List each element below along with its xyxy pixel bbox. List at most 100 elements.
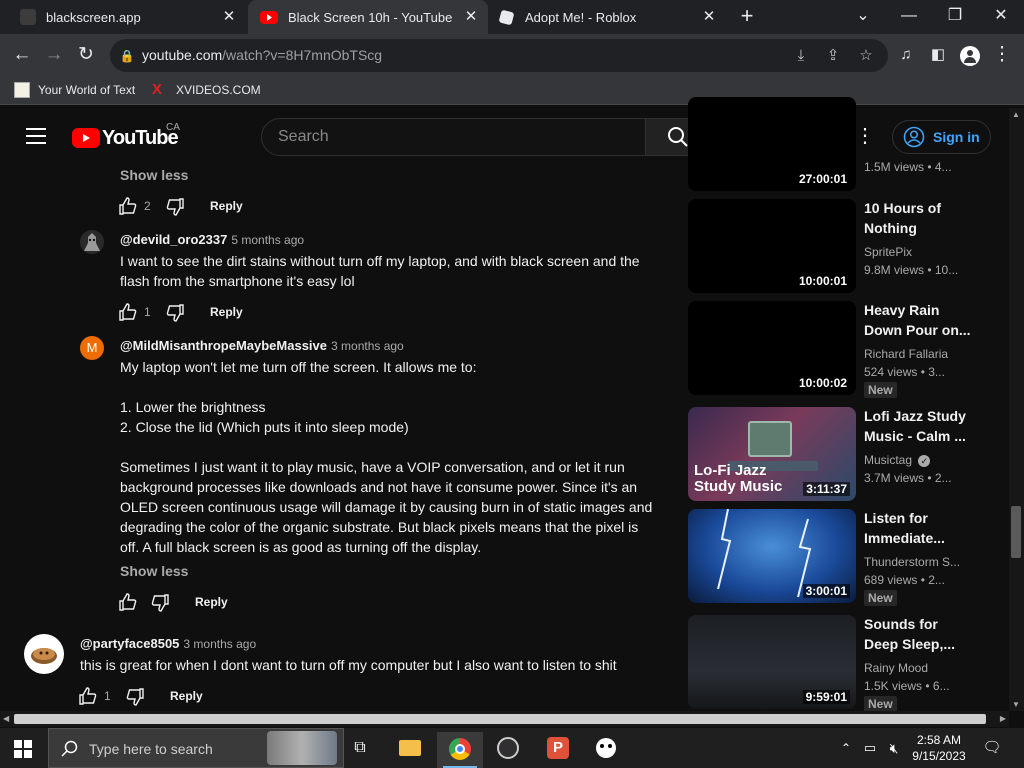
video-title[interactable]: 10 Hours of Nothing xyxy=(864,198,974,238)
tab-youtube[interactable]: Black Screen 10h - YouTube ✕ xyxy=(248,0,488,34)
bookmark-star-icon[interactable]: ☆ xyxy=(855,45,877,67)
close-tab-icon[interactable]: ✕ xyxy=(462,8,480,26)
more-icon[interactable]: ⋮ xyxy=(855,126,875,146)
dislike-button[interactable] xyxy=(125,687,147,707)
scroll-down-arrow-icon[interactable]: ▼ xyxy=(1012,700,1020,709)
reply-button[interactable]: Reply xyxy=(210,305,243,319)
youtube-logo[interactable]: YouTube CA xyxy=(72,122,180,151)
video-thumbnail[interactable]: 9:59:01 xyxy=(688,615,856,709)
show-less-button[interactable]: Show less xyxy=(120,563,188,579)
video-channel[interactable]: Richard Fallaria xyxy=(864,347,948,361)
dislike-button[interactable] xyxy=(165,197,187,217)
video-channel[interactable]: Thunderstorm S... xyxy=(864,555,960,569)
video-channel[interactable]: Musictag ✓ xyxy=(864,453,931,467)
search-input[interactable]: Search xyxy=(261,118,646,156)
comment-author[interactable]: @devild_oro2337 5 months ago xyxy=(120,232,304,247)
tab-blackscreen[interactable]: blackscreen.app ✕ xyxy=(8,0,246,34)
address-bar[interactable]: 🔒 youtube.com/watch?v=8H7mnObTScg ⤓ ⇪ ☆ xyxy=(110,39,888,72)
bookmark-your-world-of-text[interactable]: Your World of Text xyxy=(14,82,135,98)
forward-button[interactable]: → xyxy=(40,42,68,70)
avatar[interactable] xyxy=(24,634,64,674)
scroll-thumb[interactable] xyxy=(14,714,986,724)
video-thumbnail[interactable]: 10:00:01 xyxy=(688,199,856,293)
system-clock[interactable]: 2:58 AM 9/15/2023 xyxy=(906,732,972,764)
horizontal-scrollbar[interactable]: ◀ ▶ xyxy=(0,711,1009,727)
browser-menu-icon[interactable]: ⋮ xyxy=(988,42,1016,70)
scroll-thumb[interactable] xyxy=(1011,506,1021,558)
author-handle[interactable]: @devild_oro2337 xyxy=(120,232,227,247)
task-view-icon[interactable]: ⧉ xyxy=(348,736,372,760)
video-thumbnail[interactable]: 27:00:01 xyxy=(688,97,856,191)
tab-title: Adopt Me! - Roblox xyxy=(525,9,637,25)
reply-button[interactable]: Reply xyxy=(170,689,203,703)
minimize-button[interactable]: — xyxy=(886,0,932,34)
lock-icon[interactable]: 🔒 xyxy=(116,45,138,67)
scroll-up-arrow-icon[interactable]: ▲ xyxy=(1012,110,1020,119)
video-duration: 3:11:37 xyxy=(803,482,850,496)
scroll-left-arrow-icon[interactable]: ◀ xyxy=(3,714,9,723)
comment-author[interactable]: @MildMisanthropeMaybeMassive 3 months ago xyxy=(120,338,404,353)
network-icon[interactable]: ▭ xyxy=(858,736,882,760)
like-button[interactable] xyxy=(118,302,140,322)
close-window-button[interactable]: ✕ xyxy=(978,0,1024,34)
video-thumbnail[interactable]: Lo-Fi Jazz Study Music 3:11:37 xyxy=(688,407,856,501)
media-controls-icon[interactable]: ♫ xyxy=(892,42,920,70)
video-thumbnail[interactable]: 3:00:01 xyxy=(688,509,856,603)
notifications-icon[interactable]: 🗨︎ xyxy=(980,736,1004,760)
video-title[interactable]: Lofi Jazz Study Music - Calm ... xyxy=(864,406,974,446)
reload-button[interactable]: ↻ xyxy=(72,42,100,70)
author-handle[interactable]: @MildMisanthropeMaybeMassive xyxy=(120,338,327,353)
channel-name[interactable]: Musictag xyxy=(864,453,912,467)
video-title[interactable]: Heavy Rain Down Pour on... xyxy=(864,300,974,340)
folder-icon[interactable] xyxy=(398,736,422,760)
vertical-scrollbar[interactable]: ▲ ▼ xyxy=(1009,108,1024,711)
bookmark-xvideos[interactable]: X XVIDEOS.COM xyxy=(152,82,261,98)
video-channel[interactable]: Rainy Mood xyxy=(864,661,928,675)
show-hidden-icons-chevron-icon[interactable]: ⌃ xyxy=(834,736,858,760)
new-badge: New xyxy=(864,590,897,606)
scroll-right-arrow-icon[interactable]: ▶ xyxy=(1000,714,1006,723)
tab-title: Black Screen 10h - YouTube xyxy=(288,9,453,25)
like-button[interactable] xyxy=(78,686,100,706)
volume-muted-icon[interactable]: 🔇︎ xyxy=(882,736,906,760)
author-handle[interactable]: @partyface8505 xyxy=(80,636,179,651)
like-button[interactable] xyxy=(118,196,140,216)
youtube-play-logo-icon xyxy=(72,128,100,148)
video-title[interactable]: Listen for Immediate... xyxy=(864,508,974,548)
comment-author[interactable]: @partyface8505 3 months ago xyxy=(80,636,256,651)
hamburger-icon[interactable] xyxy=(26,128,46,144)
side-panel-icon[interactable]: ◧ xyxy=(924,42,952,70)
restore-button[interactable]: ❐ xyxy=(932,0,978,34)
comment-time[interactable]: 5 months ago xyxy=(231,233,304,247)
video-thumbnail[interactable]: 10:00:02 xyxy=(688,301,856,395)
comment-time[interactable]: 3 months ago xyxy=(183,637,256,651)
clock-date: 9/15/2023 xyxy=(912,749,966,763)
tab-roblox[interactable]: Adopt Me! - Roblox ✕ xyxy=(488,0,726,34)
video-channel[interactable]: SpritePix xyxy=(864,245,912,259)
chrome-icon[interactable] xyxy=(437,732,483,768)
video-title[interactable]: Sounds for Deep Sleep,... xyxy=(864,614,974,654)
back-button[interactable]: ← xyxy=(8,42,36,70)
dislike-button[interactable] xyxy=(150,593,172,613)
windows-start-icon[interactable] xyxy=(14,740,32,758)
share-icon[interactable]: ⇪ xyxy=(822,45,844,67)
dislike-button[interactable] xyxy=(165,303,187,323)
sign-in-button[interactable]: Sign in xyxy=(892,120,991,154)
taskbar-search-input[interactable]: Type here to search xyxy=(48,728,344,768)
reply-button[interactable]: Reply xyxy=(195,595,228,609)
close-tab-icon[interactable]: ✕ xyxy=(700,8,718,26)
new-tab-button[interactable]: + xyxy=(726,0,768,34)
obs-icon[interactable] xyxy=(496,736,520,760)
install-app-icon[interactable]: ⤓ xyxy=(790,45,812,67)
profile-icon[interactable] xyxy=(956,42,984,70)
photopea-icon[interactable]: P xyxy=(546,736,570,760)
avatar[interactable] xyxy=(80,230,104,254)
avatar[interactable]: M xyxy=(80,336,104,360)
like-button[interactable] xyxy=(118,592,140,612)
tab-search-chevron-icon[interactable]: ⌄ xyxy=(840,0,886,34)
comment-time[interactable]: 3 months ago xyxy=(331,339,404,353)
close-tab-icon[interactable]: ✕ xyxy=(220,8,238,26)
game-app-icon[interactable] xyxy=(594,736,618,760)
reply-button[interactable]: Reply xyxy=(210,199,243,213)
show-less-button[interactable]: Show less xyxy=(120,167,188,183)
